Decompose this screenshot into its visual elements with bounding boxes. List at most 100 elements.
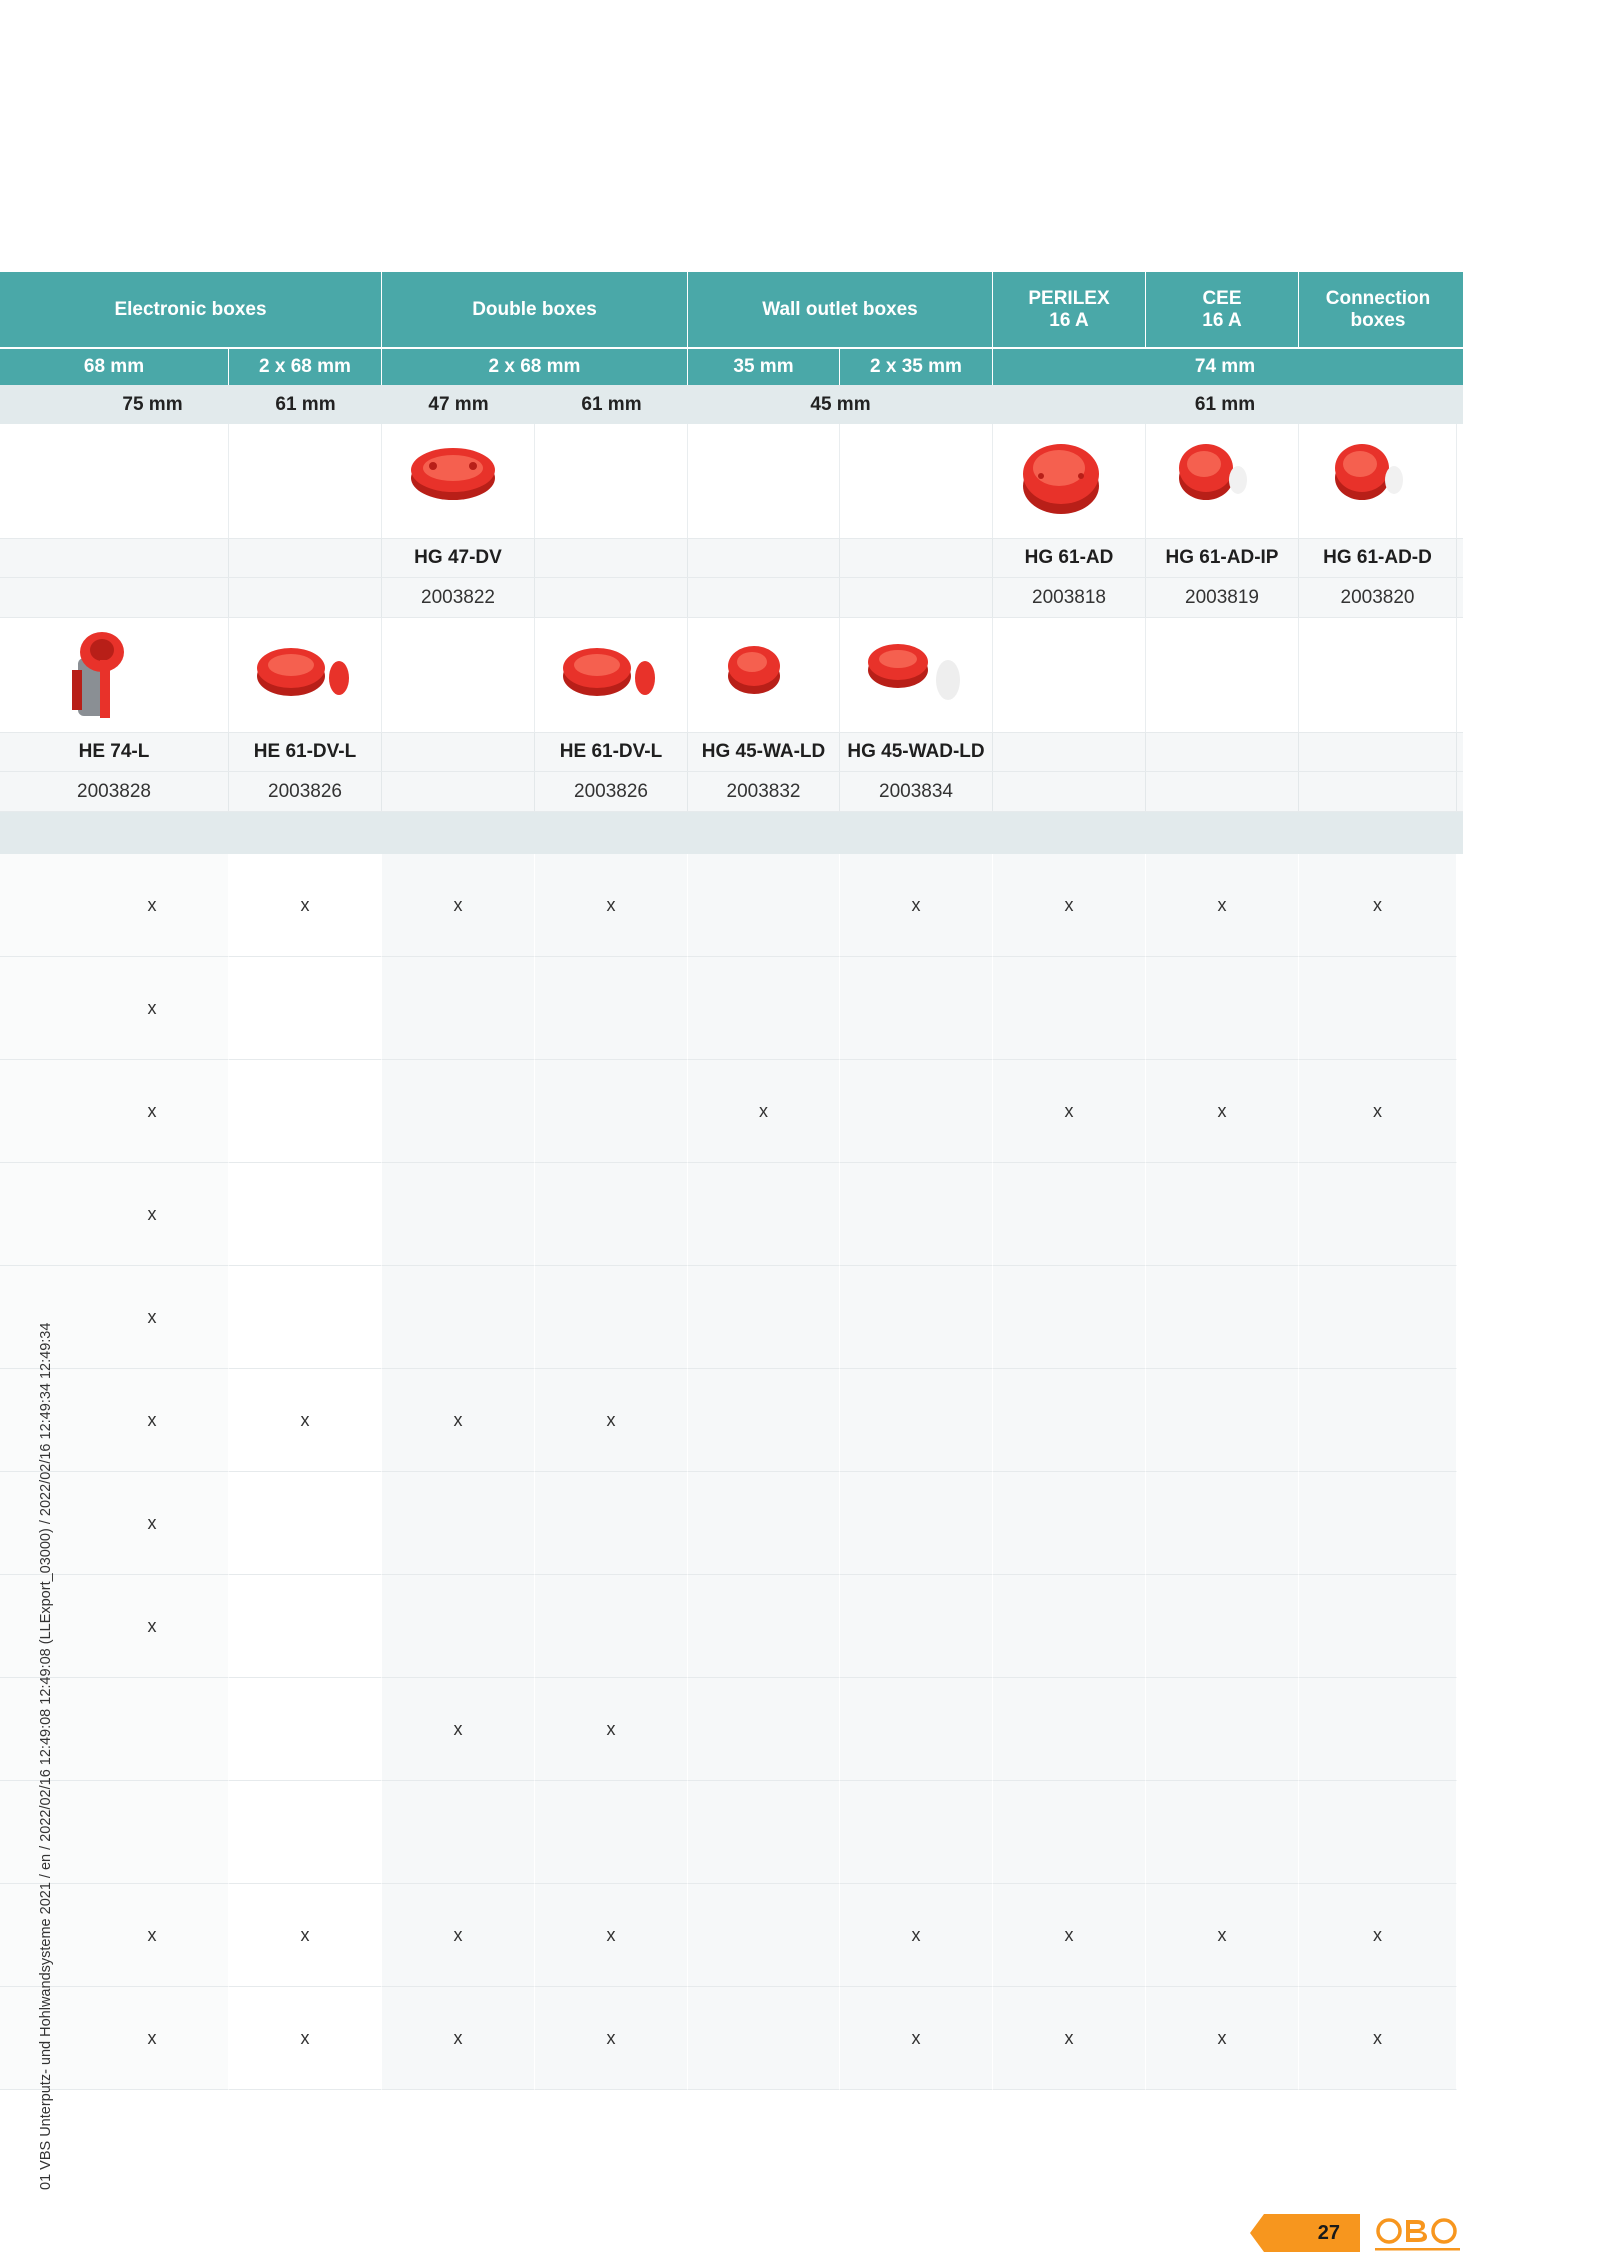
feature-row: xx bbox=[0, 1678, 1463, 1781]
feature-mark: x bbox=[382, 1987, 535, 2090]
feature-mark bbox=[840, 1369, 993, 1472]
product-name: HG 45-WAD-LD bbox=[840, 733, 993, 771]
category-header-label: Electronic boxes bbox=[114, 298, 267, 320]
feature-mark bbox=[993, 1472, 1146, 1575]
feature-mark bbox=[1146, 957, 1299, 1060]
feature-mark bbox=[840, 1060, 993, 1163]
empty-cell bbox=[535, 424, 688, 538]
category-header-label: CEE 16 A bbox=[1202, 287, 1242, 331]
feature-mark bbox=[229, 1781, 382, 1884]
diameter-header-label: 2 x 68 mm bbox=[259, 356, 351, 377]
product-image bbox=[1299, 424, 1457, 538]
feature-mark bbox=[1146, 1781, 1299, 1884]
product-name: HG 61-AD bbox=[993, 539, 1146, 577]
feature-mark bbox=[535, 1472, 688, 1575]
product-image bbox=[840, 618, 993, 732]
article-number bbox=[1299, 772, 1457, 811]
article-number bbox=[1146, 772, 1299, 811]
feature-mark bbox=[382, 1781, 535, 1884]
depth-header: 45 mm bbox=[688, 385, 993, 424]
article-number: 2003820 bbox=[1299, 578, 1457, 617]
category-header: PERILEX 16 A bbox=[993, 272, 1146, 347]
feature-mark bbox=[840, 957, 993, 1060]
product-name bbox=[1146, 733, 1299, 771]
feature-mark bbox=[382, 957, 535, 1060]
feature-mark bbox=[840, 1472, 993, 1575]
empty-cell bbox=[0, 424, 229, 538]
product-name: HE 61-DV-L bbox=[229, 733, 382, 771]
feature-mark bbox=[1299, 1472, 1457, 1575]
depth-header-label: 61 mm bbox=[275, 393, 336, 415]
diameter-header: 74 mm bbox=[993, 349, 1457, 385]
article-number: 2003818 bbox=[993, 578, 1146, 617]
article-number: 2003826 bbox=[229, 772, 382, 811]
product-image-double-box-with-lid-red bbox=[257, 648, 349, 696]
feature-mark: x bbox=[1299, 1884, 1457, 1987]
feature-mark bbox=[0, 1781, 229, 1884]
feature-mark bbox=[535, 1163, 688, 1266]
feature-mark bbox=[229, 1575, 382, 1678]
feature-mark bbox=[688, 1884, 840, 1987]
feature-mark bbox=[993, 1781, 1146, 1884]
feature-mark: x bbox=[1146, 1987, 1299, 2090]
feature-row bbox=[0, 1781, 1463, 1884]
category-header: Connection boxes bbox=[1299, 272, 1457, 347]
feature-mark bbox=[382, 1472, 535, 1575]
diameter-header-label: 68 mm bbox=[83, 356, 145, 377]
depth-header: 61 mm bbox=[229, 385, 382, 424]
product-name bbox=[1299, 733, 1457, 771]
feature-mark bbox=[229, 1163, 382, 1266]
page-number: 27 bbox=[1317, 2221, 1340, 2244]
feature-mark bbox=[535, 1266, 688, 1369]
feature-mark bbox=[688, 957, 840, 1060]
diameter-header: 68 mm bbox=[0, 349, 229, 385]
feature-mark bbox=[688, 1369, 840, 1472]
feature-mark bbox=[382, 1266, 535, 1369]
feature-mark: x bbox=[840, 854, 993, 957]
category-header-label: Wall outlet boxes bbox=[762, 298, 918, 320]
feature-mark bbox=[382, 1575, 535, 1678]
feature-mark: x bbox=[535, 1987, 688, 2090]
diameter-header-row: 68 mm 2 x 68 mm 2 x 68 mm 35 mm 2 x 35 mm 74 … bbox=[0, 347, 1463, 385]
product-name: HE 74-L bbox=[0, 733, 229, 771]
empty-cell bbox=[840, 424, 993, 538]
empty-cell bbox=[382, 618, 535, 732]
product-image-large-round-box-red bbox=[1023, 444, 1099, 514]
feature-mark: x bbox=[1146, 1060, 1299, 1163]
category-header: Wall outlet boxes bbox=[688, 272, 993, 347]
feature-mark bbox=[1146, 1575, 1299, 1678]
feature-mark: x bbox=[993, 854, 1146, 957]
feature-mark bbox=[993, 1575, 1146, 1678]
diameter-header: 2 x 35 mm bbox=[840, 349, 993, 385]
diameter-header: 2 x 68 mm bbox=[229, 349, 382, 385]
feature-row: xxxx bbox=[0, 1369, 1463, 1472]
feature-mark bbox=[840, 1781, 993, 1884]
feature-mark bbox=[840, 1678, 993, 1781]
product-image bbox=[993, 424, 1146, 538]
export-info-text: 01 VBS Unterputz- und Hohlwandsysteme 20… bbox=[38, 1322, 54, 2190]
section-separator bbox=[0, 812, 1463, 854]
feature-mark bbox=[535, 957, 688, 1060]
article-number: 2003828 bbox=[0, 772, 229, 811]
feature-mark: x bbox=[535, 1884, 688, 1987]
feature-mark bbox=[840, 1266, 993, 1369]
feature-row: xxxxxxxx bbox=[0, 854, 1463, 957]
feature-mark bbox=[1299, 957, 1457, 1060]
product-name-row-hg: HG 47-DV HG 61-AD HG 61-AD-IP HG 61-AD-D bbox=[0, 539, 1463, 578]
product-image-round-box-red bbox=[1179, 444, 1247, 500]
feature-mark: x bbox=[1299, 1987, 1457, 2090]
empty-cell bbox=[1146, 618, 1299, 732]
feature-row: x bbox=[0, 1163, 1463, 1266]
product-name-row-he: HE 74-L HE 61-DV-L HE 61-DV-L HG 45-WA-LD HG… bbox=[0, 733, 1463, 772]
feature-mark bbox=[229, 1060, 382, 1163]
product-comparison-table: Electronic boxes Double boxes Wall outlet … bbox=[0, 272, 1463, 2090]
article-number bbox=[535, 578, 688, 617]
feature-mark bbox=[229, 1678, 382, 1781]
diameter-header: 35 mm bbox=[688, 349, 840, 385]
article-number bbox=[0, 578, 229, 617]
feature-row: xxxxxxxx bbox=[0, 1884, 1463, 1987]
feature-mark bbox=[1299, 1266, 1457, 1369]
depth-header: 61 mm bbox=[535, 385, 688, 424]
feature-mark: x bbox=[382, 854, 535, 957]
feature-mark bbox=[1299, 1163, 1457, 1266]
